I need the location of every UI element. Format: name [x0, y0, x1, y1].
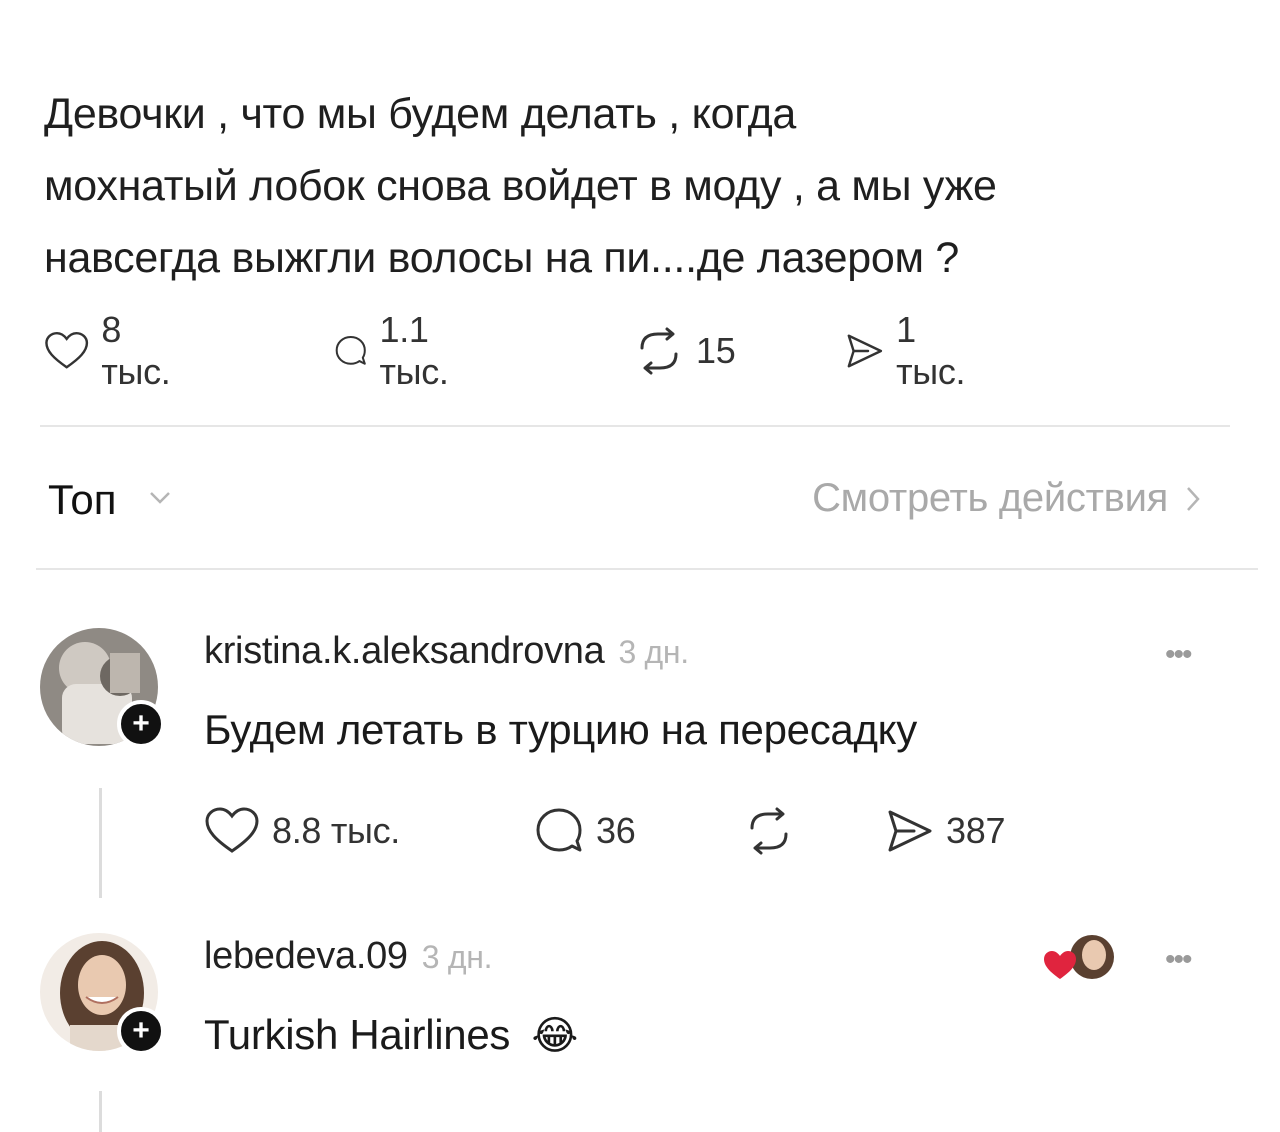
more-icon: •••: [1165, 638, 1192, 671]
username: lebedeva.09: [204, 935, 408, 977]
share-icon: [888, 810, 932, 852]
repost-button[interactable]: [744, 806, 794, 856]
comment-text: Будем летать в турцию на пересадку: [204, 706, 917, 753]
repost-icon: [750, 807, 788, 855]
comment-button[interactable]: 36: [534, 806, 636, 856]
like-button[interactable]: 8 тыс.: [44, 309, 181, 392]
divider: [40, 425, 1230, 427]
like-count: 8.8 тыс.: [272, 810, 401, 851]
username: kristina.k.aleksandrovna: [204, 630, 605, 672]
follow-button[interactable]: +: [117, 700, 165, 748]
comment-text-content: Turkish Hairlines: [204, 1011, 511, 1058]
comment-count: 1.1 тыс.: [379, 309, 449, 392]
plus-icon: +: [132, 707, 150, 740]
comment: + lebedeva.09 3 дн. ••• Turkish Hairlines…: [0, 915, 1280, 1132]
repost-count: 15: [696, 330, 736, 371]
chevron-right-icon: [1187, 486, 1200, 511]
share-button[interactable]: 387: [884, 806, 1005, 856]
comment: + kristina.k.aleksandrovna 3 дн. ••• Буде…: [0, 600, 1280, 900]
share-count: 1 тыс.: [896, 309, 966, 392]
comment-button[interactable]: 1.1 тыс.: [334, 309, 465, 392]
comment-text: Turkish Hairlines 😂: [204, 1011, 578, 1059]
plus-icon: +: [132, 1014, 150, 1047]
comment-icon: [335, 335, 366, 365]
like-button[interactable]: 8.8 тыс.: [204, 806, 400, 856]
heart-avatar-icon: [1044, 935, 1114, 979]
more-icon: •••: [1165, 943, 1192, 976]
share-count: 387: [946, 810, 1006, 851]
sort-row: Топ Смотреть действия: [44, 470, 1214, 530]
author-liked-badge: [1042, 929, 1116, 987]
comment-time: 3 дн.: [421, 939, 493, 975]
repost-icon: [640, 327, 678, 375]
post-text: Девочки , что мы будем делать , когда мо…: [44, 78, 1244, 294]
share-icon: [847, 334, 883, 368]
heart-icon: [205, 807, 259, 853]
repost-button[interactable]: 15: [634, 326, 736, 376]
comment-author[interactable]: kristina.k.aleksandrovna 3 дн.: [204, 630, 689, 673]
post-text-line: навсегда выжгли волосы на пи....де лазер…: [44, 234, 959, 282]
comment-author[interactable]: lebedeva.09 3 дн.: [204, 935, 493, 978]
view-actions-link[interactable]: Смотреть действия: [812, 476, 1206, 521]
heart-icon: [45, 331, 89, 369]
chevron-down-icon: [150, 492, 170, 504]
more-options-button[interactable]: •••: [1165, 943, 1192, 977]
comment-stats: 8.8 тыс. 36 387: [204, 806, 1104, 856]
laughing-emoji: 😂: [531, 1014, 578, 1058]
thread-line: [99, 1091, 102, 1132]
comment-icon: [536, 808, 582, 852]
post-text-line: мохнатый лобок снова войдет в моду , а м…: [44, 162, 997, 210]
sort-label: Топ: [48, 476, 117, 523]
like-count: 8 тыс.: [101, 309, 171, 392]
view-actions-label: Смотреть действия: [812, 476, 1168, 520]
divider: [36, 568, 1258, 570]
share-button[interactable]: 1 тыс.: [844, 309, 975, 392]
comment-time: 3 дн.: [618, 634, 689, 670]
thread-line: [99, 788, 102, 898]
comment-count: 36: [596, 810, 636, 851]
follow-button[interactable]: +: [117, 1007, 165, 1055]
post-text-line: Девочки , что мы будем делать , когда: [44, 90, 797, 138]
more-options-button[interactable]: •••: [1165, 638, 1192, 672]
